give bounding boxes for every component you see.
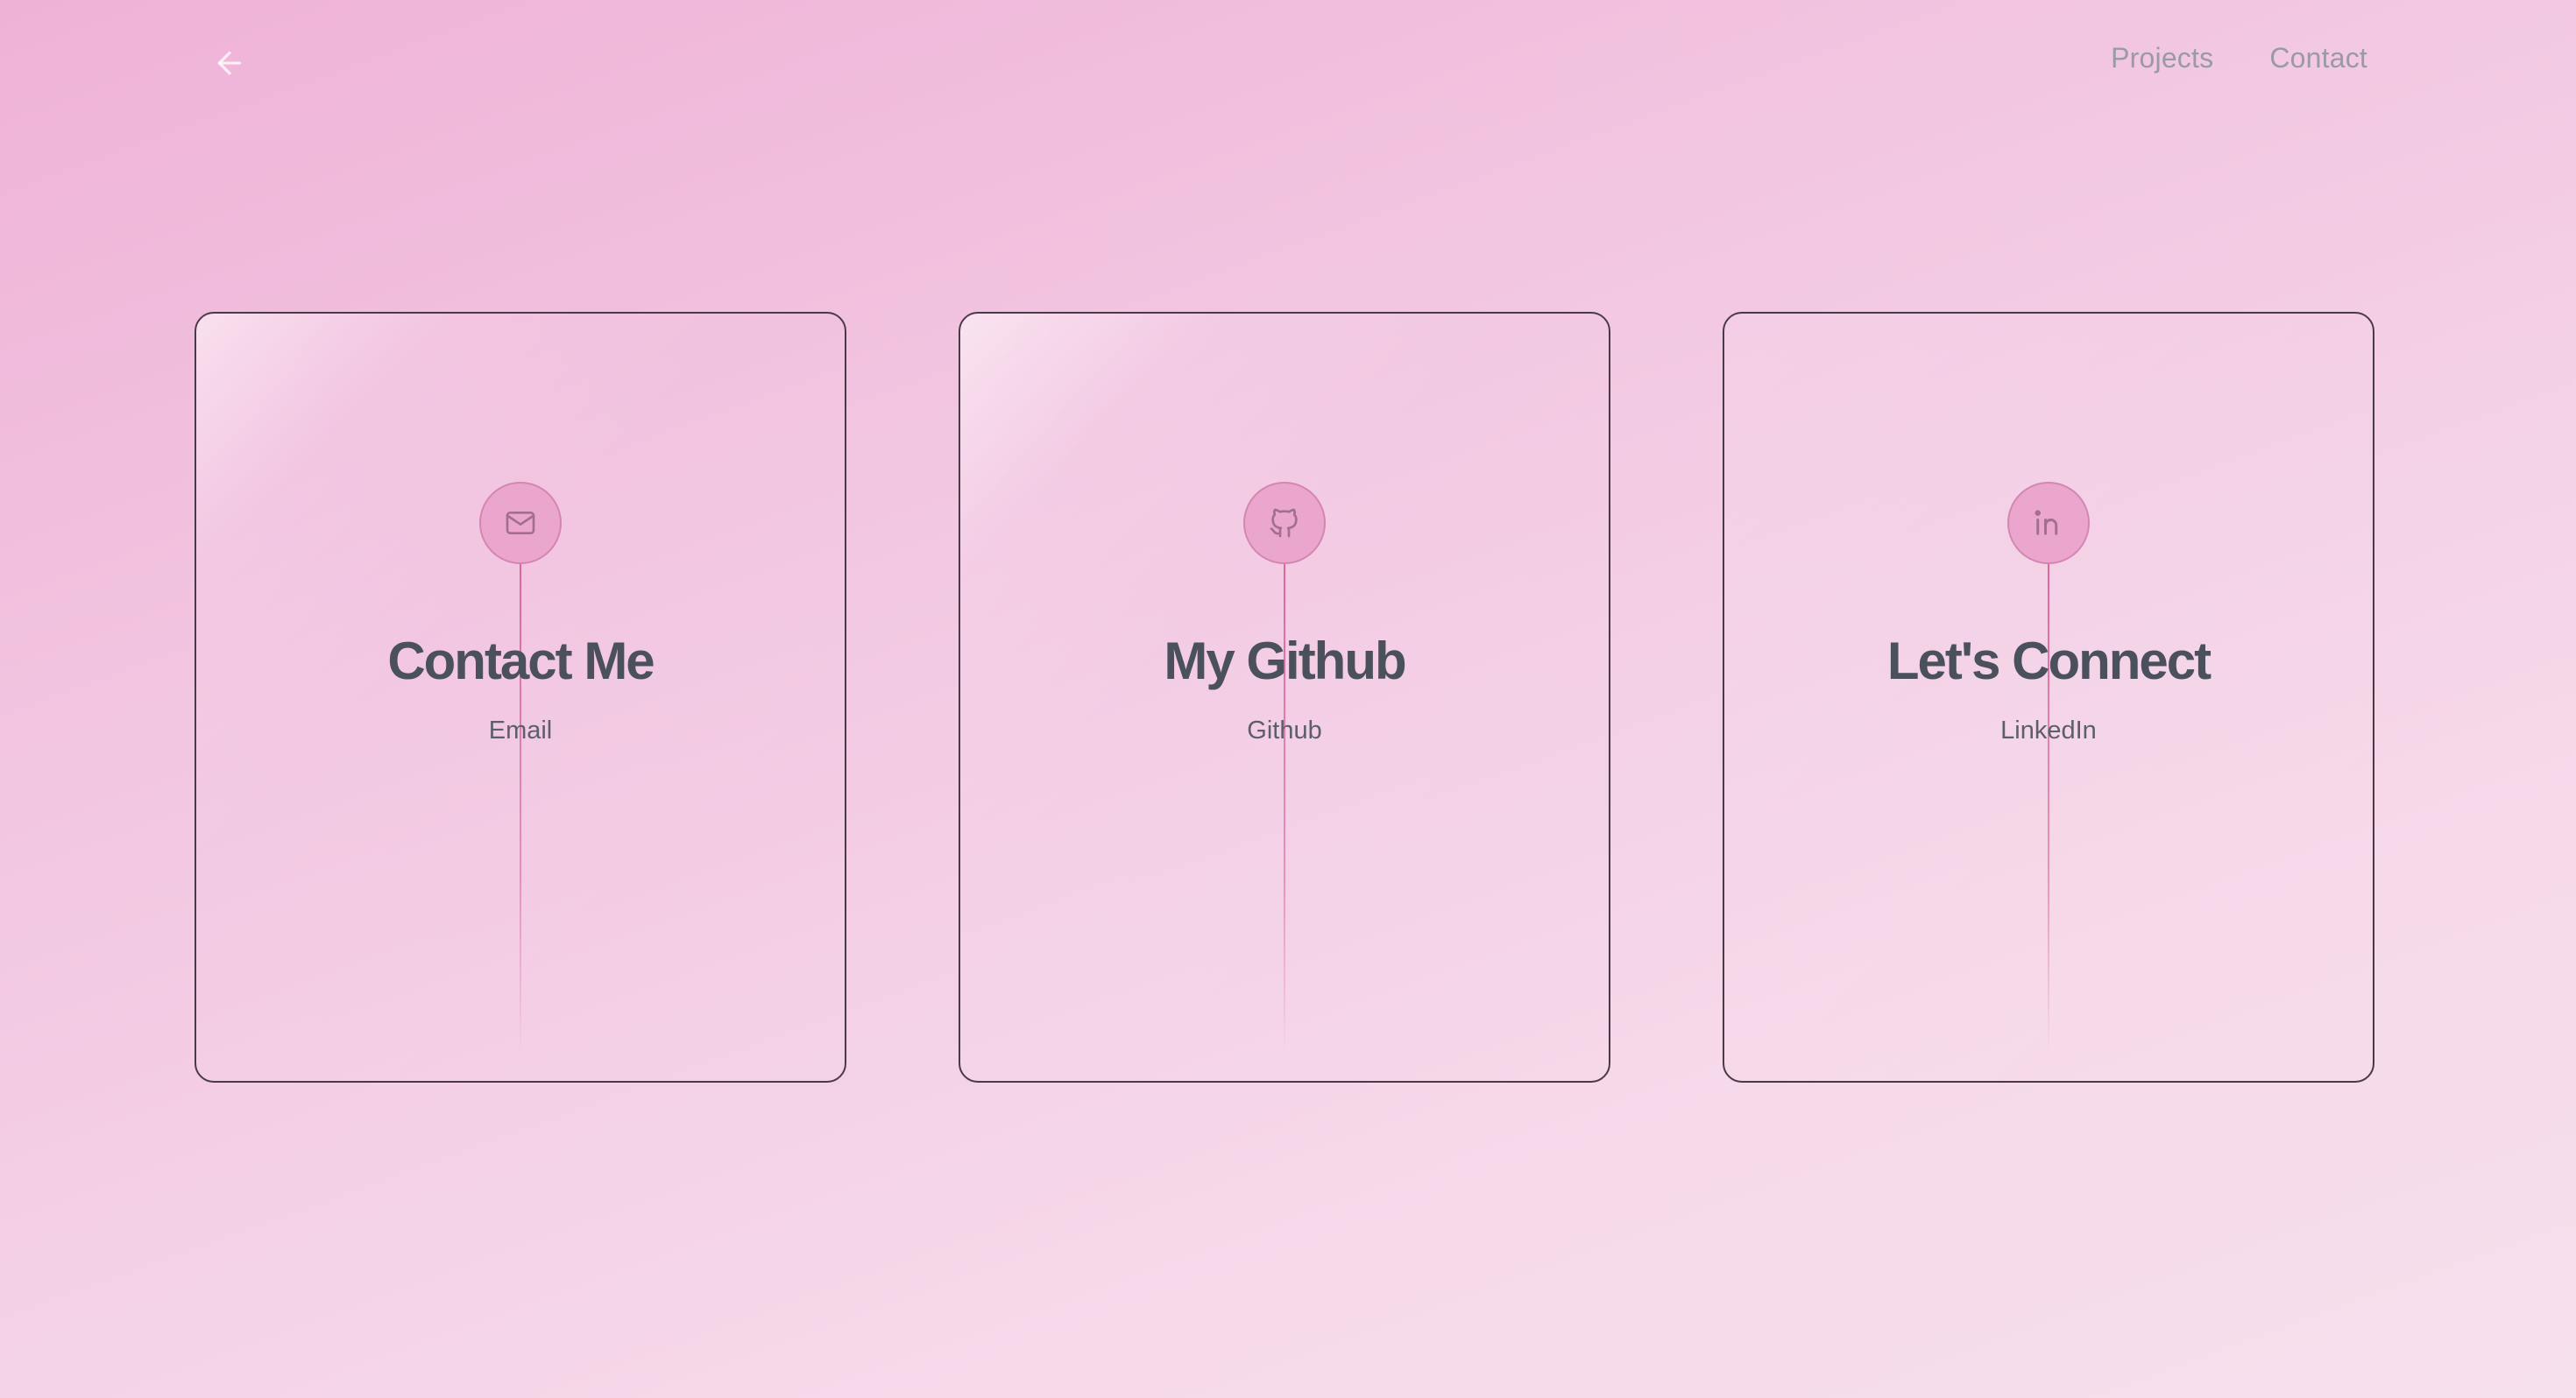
- linkedin-icon: [2035, 510, 2058, 535]
- card-title: My Github: [1164, 632, 1406, 690]
- card-accent-line: [2048, 531, 2049, 1081]
- card-email[interactable]: Contact Me Email: [195, 312, 846, 1083]
- card-icon-badge: [2007, 482, 2090, 564]
- card-github[interactable]: My Github Github: [959, 312, 1610, 1083]
- card-icon-badge: [479, 482, 562, 564]
- card-subtitle: LinkedIn: [2000, 717, 2097, 745]
- github-icon: [1270, 508, 1298, 538]
- back-button[interactable]: [210, 44, 249, 82]
- card-subtitle: Github: [1247, 717, 1322, 745]
- card-title: Let's Connect: [1886, 632, 2212, 690]
- card-accent-line: [520, 531, 521, 1081]
- card-accent-line: [1284, 531, 1285, 1081]
- page: Projects Contact Contact Me Email My Git: [0, 0, 2576, 1398]
- card-subtitle: Email: [488, 717, 553, 745]
- card-icon-badge: [1243, 482, 1326, 564]
- mail-icon: [506, 512, 535, 534]
- arrow-left-icon: [217, 51, 242, 75]
- card-title: Contact Me: [387, 632, 655, 690]
- top-nav: Projects Contact: [2111, 42, 2367, 74]
- nav-link-contact[interactable]: Contact: [2269, 42, 2367, 74]
- card-linkedin[interactable]: Let's Connect LinkedIn: [1723, 312, 2374, 1083]
- contact-cards: Contact Me Email My Github Github Let's …: [195, 312, 2374, 1083]
- nav-link-projects[interactable]: Projects: [2111, 42, 2213, 74]
